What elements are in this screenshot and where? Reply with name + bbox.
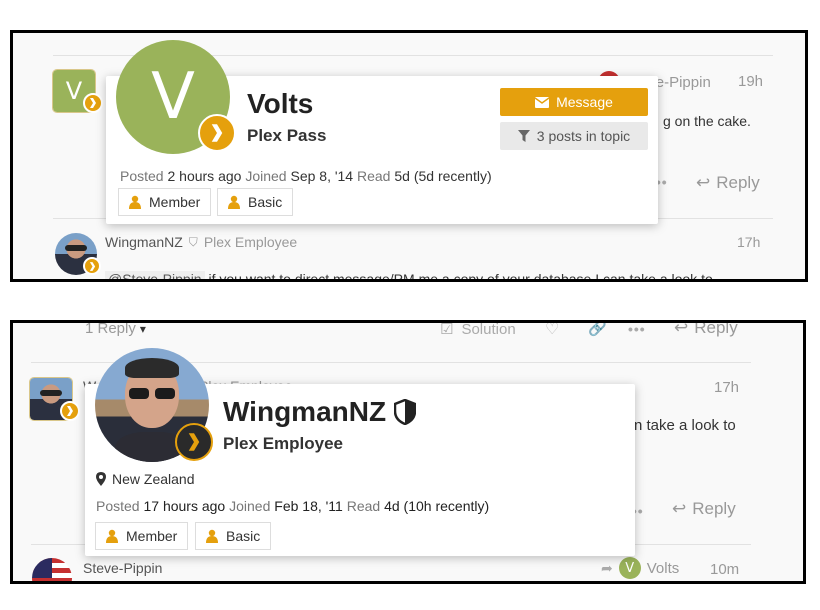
like-icon[interactable]: ♡ bbox=[545, 323, 559, 339]
post-time[interactable]: 17h bbox=[714, 379, 739, 396]
group-chip-member[interactable]: Member bbox=[118, 188, 212, 216]
group-chip-member[interactable]: Member bbox=[95, 522, 189, 550]
mention-link[interactable]: @Steve-Pippin bbox=[105, 271, 205, 279]
avatar-volts-tiny: V bbox=[618, 557, 641, 579]
screenshot-panel-bottom: 1 Reply▾ ☑Solution ♡ 🔗 ••• ↩Reply W Plex… bbox=[10, 320, 806, 584]
card-username[interactable]: WingmanNZ bbox=[223, 396, 386, 428]
reply-icon: ↩ bbox=[672, 499, 687, 518]
link-icon[interactable]: 🔗 bbox=[588, 323, 607, 337]
shield-icon: ⛉ bbox=[188, 234, 198, 249]
replies-toggle[interactable]: 1 Reply ▾ bbox=[85, 321, 146, 337]
user-stats: Posted 2 hours ago Joined Sep 8, '14 Rea… bbox=[120, 168, 492, 184]
plex-chevron-icon bbox=[198, 114, 236, 152]
post-body: @Steve-Pippin if you want to direct mess… bbox=[105, 271, 713, 279]
reply-arrow-icon: ➦ bbox=[601, 559, 613, 576]
card-location: New Zealand bbox=[96, 471, 195, 487]
user-icon bbox=[228, 195, 240, 209]
author-role: Plex Employee bbox=[203, 234, 298, 250]
reply-button[interactable]: ↩ Reply bbox=[674, 320, 738, 338]
user-stats: Posted 17 hours ago Joined Feb 18, '11 R… bbox=[96, 498, 490, 514]
screenshot-panel-top: V ➦ Steve-Pippin 19h g on the cake. ••• … bbox=[10, 30, 808, 282]
shield-icon bbox=[394, 399, 417, 425]
plex-chevron-icon bbox=[83, 93, 103, 113]
reply-button[interactable]: ↩ Reply bbox=[672, 499, 736, 519]
map-pin-icon bbox=[96, 472, 106, 486]
post-time[interactable]: 10m bbox=[710, 561, 739, 578]
user-icon bbox=[129, 195, 141, 209]
post-time[interactable]: 17h bbox=[737, 234, 760, 250]
card-username[interactable]: Volts bbox=[247, 88, 313, 120]
plex-chevron-icon bbox=[83, 257, 101, 275]
card-user-title: Plex Employee bbox=[223, 434, 344, 453]
user-icon bbox=[106, 529, 118, 543]
user-icon bbox=[206, 529, 218, 543]
group-chip-basic[interactable]: Basic bbox=[217, 188, 294, 216]
message-button[interactable]: Message bbox=[500, 88, 648, 116]
post-header: WingmanNZ ⛉ Plex Employee bbox=[105, 234, 297, 250]
post-time[interactable]: 19h bbox=[738, 73, 763, 90]
reply-to-name: Volts bbox=[646, 559, 680, 577]
post-body: n take a look to bbox=[634, 417, 736, 434]
filter-posts-button[interactable]: 3 posts in topic bbox=[500, 122, 648, 150]
reply-label: Reply bbox=[716, 173, 760, 192]
card-username-row: WingmanNZ bbox=[223, 396, 417, 428]
reply-icon: ↩ bbox=[674, 320, 689, 337]
author-name[interactable]: WingmanNZ bbox=[105, 234, 183, 250]
author-name[interactable]: Steve-Pippin bbox=[83, 560, 162, 576]
plex-chevron-icon bbox=[175, 423, 213, 461]
reply-button[interactable]: ↩ Reply bbox=[696, 173, 760, 193]
group-chip-basic[interactable]: Basic bbox=[195, 522, 272, 550]
plex-chevron-icon bbox=[60, 401, 80, 421]
envelope-icon bbox=[535, 96, 550, 108]
solution-button[interactable]: ☑ Solution bbox=[440, 321, 516, 338]
card-user-title: Plex Pass bbox=[247, 126, 327, 145]
post-body: g on the cake. bbox=[663, 113, 751, 129]
reply-icon: ↩ bbox=[696, 173, 711, 192]
checkbox-icon: ☑ bbox=[440, 321, 454, 338]
more-icon[interactable]: ••• bbox=[628, 323, 646, 337]
avatar-steve-small[interactable] bbox=[32, 558, 72, 581]
reply-to-indicator[interactable]: ➦ V Volts bbox=[601, 557, 679, 579]
chevron-down-icon: ▾ bbox=[139, 321, 146, 336]
filter-icon bbox=[517, 130, 530, 142]
